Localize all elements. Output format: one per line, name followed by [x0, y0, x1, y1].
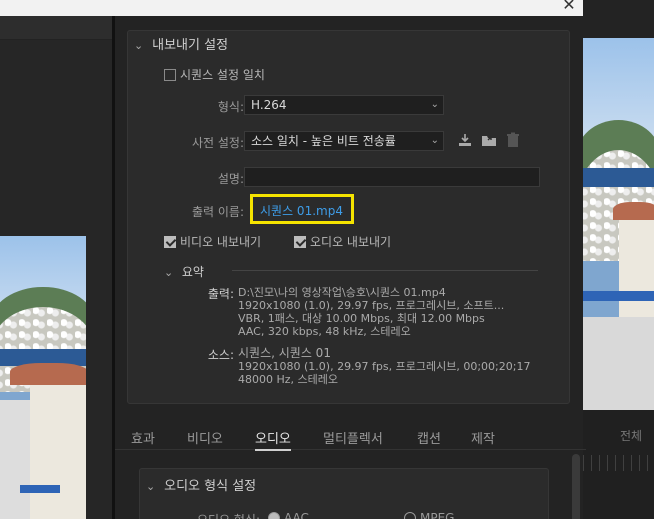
- radio-dot: [404, 512, 416, 519]
- full-view-label[interactable]: 전체: [620, 427, 642, 444]
- match-sequence-label: 시퀀스 설정 일치: [180, 68, 265, 82]
- audio-format-section: ⌄ 오디오 형식 설정 오디오 형식: AAC MPEG: [139, 468, 549, 519]
- checkbox-box-checked: [294, 235, 306, 248]
- right-preview-image: [583, 38, 654, 410]
- audio-format-title: 오디오 형식 설정: [164, 479, 257, 494]
- summary-output-line: D:\진모\나의 영상작업\승호\시퀀스 01.mp4: [238, 286, 446, 299]
- checkbox-box-checked: [164, 235, 176, 248]
- tab-video[interactable]: 비디오: [187, 428, 223, 447]
- export-settings-dialog: ⌄ 내보내기 설정 시퀀스 설정 일치 형식: H.264 ⌄ 사전 설정: 소…: [112, 16, 586, 519]
- summary-source-line: 1920x1080 (1.0), 29.97 fps, 프로그레시브, 00;0…: [238, 360, 531, 373]
- trash-icon[interactable]: [504, 132, 522, 150]
- import-preset-icon[interactable]: [480, 132, 498, 150]
- export-settings-title: 내보내기 설정: [152, 38, 229, 53]
- chevron-down-icon: ⌄: [146, 480, 156, 493]
- radio-aac-label: AAC: [284, 511, 309, 519]
- export-settings-section: ⌄ 내보내기 설정 시퀀스 설정 일치 형식: H.264 ⌄ 사전 설정: 소…: [127, 30, 570, 404]
- preset-label: 사전 설정:: [191, 136, 244, 150]
- dialog-scrollbar[interactable]: [572, 454, 580, 519]
- summary-source-line: 시퀀스, 시퀀스 01: [238, 346, 331, 360]
- close-icon[interactable]: ✕: [557, 0, 581, 16]
- summary-divider: [232, 270, 538, 271]
- tab-captions[interactable]: 캡션: [417, 428, 441, 447]
- output-name-link[interactable]: 시퀀스 01.mp4: [260, 202, 343, 219]
- tab-multiplexer[interactable]: 멀티플렉서: [323, 428, 383, 447]
- summary-source-line: 48000 Hz, 스테레오: [238, 373, 339, 386]
- audio-format-header[interactable]: ⌄ 오디오 형식 설정: [146, 475, 256, 494]
- chevron-down-icon: ⌄: [164, 266, 174, 279]
- summary-header[interactable]: ⌄ 요약: [164, 263, 204, 280]
- timeline-ruler: [583, 455, 654, 471]
- format-value: H.264: [251, 98, 287, 112]
- radio-mpeg-label: MPEG: [420, 511, 455, 519]
- left-panel-toolbar: [0, 16, 112, 40]
- output-name-label: 출력 이름:: [191, 205, 244, 219]
- export-video-checkbox[interactable]: 비디오 내보내기: [164, 233, 261, 250]
- checkbox-box: [164, 68, 176, 81]
- export-settings-header[interactable]: ⌄ 내보내기 설정: [134, 34, 228, 53]
- save-preset-icon[interactable]: [456, 132, 474, 150]
- summary-source-lines: 시퀀스, 시퀀스 01 1920x1080 (1.0), 29.97 fps, …: [238, 346, 531, 387]
- radio-aac[interactable]: AAC: [268, 511, 309, 519]
- preset-value: 소스 일치 - 높은 비트 전송률: [251, 134, 396, 148]
- radio-dot: [268, 512, 280, 519]
- match-sequence-checkbox[interactable]: 시퀀스 설정 일치: [164, 66, 265, 83]
- radio-mpeg[interactable]: MPEG: [404, 511, 454, 519]
- export-video-label: 비디오 내보내기: [180, 235, 262, 249]
- summary-output-line: 1920x1080 (1.0), 29.97 fps, 프로그레시브, 소프트.…: [238, 299, 505, 312]
- dialog-title-bar: [0, 0, 583, 16]
- chevron-down-icon: ⌄: [134, 39, 144, 52]
- summary-title: 요약: [181, 265, 204, 279]
- chevron-down-icon: ⌄: [430, 99, 439, 110]
- tab-publish[interactable]: 제작: [471, 428, 495, 447]
- summary-output-label: 출력:: [207, 287, 234, 301]
- tab-audio[interactable]: 오디오: [255, 428, 291, 451]
- summary-output-line: VBR, 1패스, 대상 10.00 Mbps, 최대 12.00 Mbps: [238, 312, 485, 325]
- right-panel-toolbar: [583, 0, 654, 38]
- tab-effects[interactable]: 효과: [131, 428, 155, 447]
- summary-output-line: AAC, 320 kbps, 48 kHz, 스테레오: [238, 325, 411, 338]
- left-preview-image: [0, 236, 86, 519]
- export-audio-label: 오디오 내보내기: [310, 235, 392, 249]
- summary-source-label: 소스:: [207, 348, 234, 362]
- format-label: 형식:: [217, 100, 244, 114]
- settings-tabs: 효과 비디오 오디오 멀티플렉서 캡션 제작: [115, 422, 586, 451]
- export-audio-checkbox[interactable]: 오디오 내보내기: [294, 233, 391, 250]
- comments-label: 설명:: [217, 172, 244, 186]
- chevron-down-icon: ⌄: [428, 132, 439, 150]
- comments-input[interactable]: [244, 167, 540, 187]
- summary-output-lines: D:\진모\나의 영상작업\승호\시퀀스 01.mp4 1920x1080 (1…: [238, 286, 504, 338]
- output-name-highlight: 시퀀스 01.mp4: [250, 194, 354, 224]
- preset-dropdown[interactable]: 소스 일치 - 높은 비트 전송률 ⌄: [244, 131, 444, 151]
- audio-format-label: 오디오 형식:: [150, 511, 260, 519]
- format-dropdown[interactable]: H.264 ⌄: [244, 95, 444, 115]
